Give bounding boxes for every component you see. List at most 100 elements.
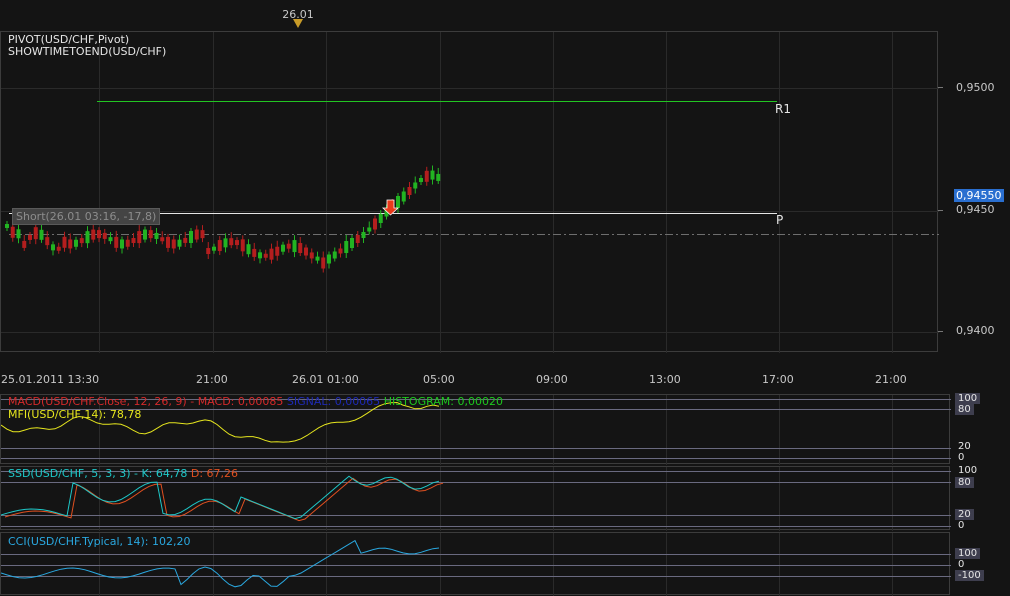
candle-body[interactable] bbox=[332, 251, 337, 259]
candle-body[interactable] bbox=[350, 238, 354, 248]
candle-body[interactable] bbox=[344, 241, 349, 253]
candle-body[interactable] bbox=[281, 244, 285, 252]
time-label: 26.01 01:00 bbox=[292, 373, 359, 386]
candle-body[interactable] bbox=[396, 196, 400, 208]
ssd-label[interactable]: SSD(USD/CHF, 5, 3, 3) - bbox=[8, 467, 138, 480]
candle-body[interactable] bbox=[194, 229, 199, 240]
candle-body[interactable] bbox=[33, 227, 38, 240]
candle-body[interactable] bbox=[166, 236, 170, 248]
candle-body[interactable] bbox=[171, 239, 176, 249]
price-axis-tick bbox=[938, 331, 943, 332]
time-label: 13:00 bbox=[649, 373, 681, 386]
candle-body[interactable] bbox=[68, 239, 73, 249]
candle-body[interactable] bbox=[10, 226, 15, 238]
candle-body[interactable] bbox=[97, 230, 101, 239]
candle-body[interactable] bbox=[177, 239, 182, 247]
candle-body[interactable] bbox=[258, 252, 262, 259]
candle-body[interactable] bbox=[367, 227, 372, 232]
candle-body[interactable] bbox=[401, 191, 406, 202]
candle-body[interactable] bbox=[114, 236, 119, 248]
candle-body[interactable] bbox=[436, 173, 441, 181]
candle-body[interactable] bbox=[120, 239, 124, 249]
candle-body[interactable] bbox=[148, 230, 153, 239]
candle-body[interactable] bbox=[229, 238, 234, 246]
candle-body[interactable] bbox=[424, 170, 429, 182]
candle-body[interactable] bbox=[183, 237, 188, 243]
candle-body[interactable] bbox=[217, 240, 222, 252]
candle-body[interactable] bbox=[45, 237, 50, 246]
candle-body[interactable] bbox=[378, 214, 383, 223]
candle-body[interactable] bbox=[91, 229, 96, 240]
ssd-panel[interactable]: SSD(USD/CHF, 5, 3, 3) - K: 64,78 D: 67,2… bbox=[0, 466, 951, 531]
candle-body[interactable] bbox=[413, 182, 418, 189]
candle-body[interactable] bbox=[5, 224, 9, 228]
cci-panel[interactable]: CCI(USD/CHF.Typical, 14): 102,20 bbox=[0, 532, 951, 596]
candle-body[interactable] bbox=[309, 252, 314, 259]
candle-body[interactable] bbox=[304, 247, 308, 256]
candle-body[interactable] bbox=[321, 257, 326, 269]
candle-body[interactable] bbox=[223, 238, 228, 248]
candle-body[interactable] bbox=[56, 246, 61, 251]
candle-body[interactable] bbox=[189, 231, 193, 244]
time-label: 05:00 bbox=[423, 373, 455, 386]
candle-body[interactable] bbox=[315, 256, 320, 261]
candle-body[interactable] bbox=[292, 240, 297, 253]
candle-body[interactable] bbox=[419, 178, 423, 183]
candle-body[interactable] bbox=[131, 238, 136, 244]
candle-body[interactable] bbox=[235, 240, 239, 246]
p-label: P bbox=[776, 213, 784, 227]
candle-body[interactable] bbox=[269, 248, 274, 260]
level-0: 0 bbox=[958, 520, 965, 531]
candle-body[interactable] bbox=[39, 229, 44, 240]
macd-mfi-axis: 100 80 20 0 bbox=[950, 393, 1010, 464]
candle-body[interactable] bbox=[430, 170, 435, 180]
time-axis[interactable]: 25.01.2011 13:30 21:00 26.01 01:00 05:00… bbox=[0, 352, 938, 392]
candle-body[interactable] bbox=[275, 246, 280, 256]
candle-body[interactable] bbox=[212, 246, 216, 251]
candle-body[interactable] bbox=[28, 234, 32, 240]
price-chart-panel[interactable]: PIVOT(USD/CHF,Pivot) SHOWTIMETOEND(USD/C… bbox=[0, 31, 939, 353]
candle-body[interactable] bbox=[286, 243, 291, 249]
candle-body[interactable] bbox=[407, 187, 412, 195]
candle-body[interactable] bbox=[252, 248, 257, 257]
candle-body[interactable] bbox=[22, 240, 27, 248]
r1-label: R1 bbox=[775, 102, 791, 116]
ssd-axis: 100 80 20 0 bbox=[950, 465, 1010, 531]
candle-body[interactable] bbox=[85, 231, 90, 244]
candle-body[interactable] bbox=[246, 244, 251, 255]
candle-body[interactable] bbox=[108, 237, 113, 242]
candle-body[interactable] bbox=[125, 239, 130, 247]
candle-body[interactable] bbox=[355, 235, 360, 243]
candle-body[interactable] bbox=[143, 229, 147, 240]
cci-label[interactable]: CCI(USD/CHF.Typical, 14): 102,20 bbox=[8, 535, 191, 548]
candle-body[interactable] bbox=[154, 232, 159, 239]
candle-body[interactable] bbox=[200, 230, 205, 239]
price-chart[interactable] bbox=[1, 32, 939, 353]
candle-body[interactable] bbox=[206, 248, 211, 255]
macd-label[interactable]: MACD(USD/CHF.Close, 12, 26, 9) - bbox=[8, 395, 194, 408]
mfi-label[interactable]: MFI(USD/CHF,14): 78,78 bbox=[8, 408, 141, 421]
candle-body[interactable] bbox=[79, 238, 84, 244]
candle-body[interactable] bbox=[298, 243, 303, 254]
candle-body[interactable] bbox=[160, 237, 165, 242]
time-label: 25.01.2011 13:30 bbox=[1, 373, 100, 386]
candle-body[interactable] bbox=[338, 248, 343, 254]
candle-body[interactable] bbox=[361, 232, 366, 238]
candle-body[interactable] bbox=[263, 253, 268, 258]
price-axis[interactable]: 0,9500 0,9450 0,9400 0,94550 bbox=[938, 31, 1010, 352]
candle-body[interactable] bbox=[240, 239, 245, 252]
macd-mfi-panel[interactable]: MACD(USD/CHF.Close, 12, 26, 9) - MACD: 0… bbox=[0, 394, 951, 465]
trade-label[interactable]: Short(26.01 03:16, -17,8) bbox=[12, 208, 161, 225]
showtimetoend-indicator-label[interactable]: SHOWTIMETOEND(USD/CHF) bbox=[8, 46, 166, 58]
candle-body[interactable] bbox=[51, 244, 55, 251]
marker-triangle-icon[interactable] bbox=[293, 19, 303, 28]
ssd-d-line[interactable] bbox=[4, 477, 444, 522]
candle-body[interactable] bbox=[327, 254, 331, 264]
candle-body[interactable] bbox=[16, 229, 21, 239]
macd-signal: SIGNAL: 0,00065 bbox=[286, 395, 381, 408]
candle-body[interactable] bbox=[373, 218, 377, 230]
candle-body[interactable] bbox=[74, 239, 78, 247]
candle-body[interactable] bbox=[102, 232, 107, 239]
candle-body[interactable] bbox=[62, 236, 67, 248]
candle-body[interactable] bbox=[137, 231, 142, 244]
